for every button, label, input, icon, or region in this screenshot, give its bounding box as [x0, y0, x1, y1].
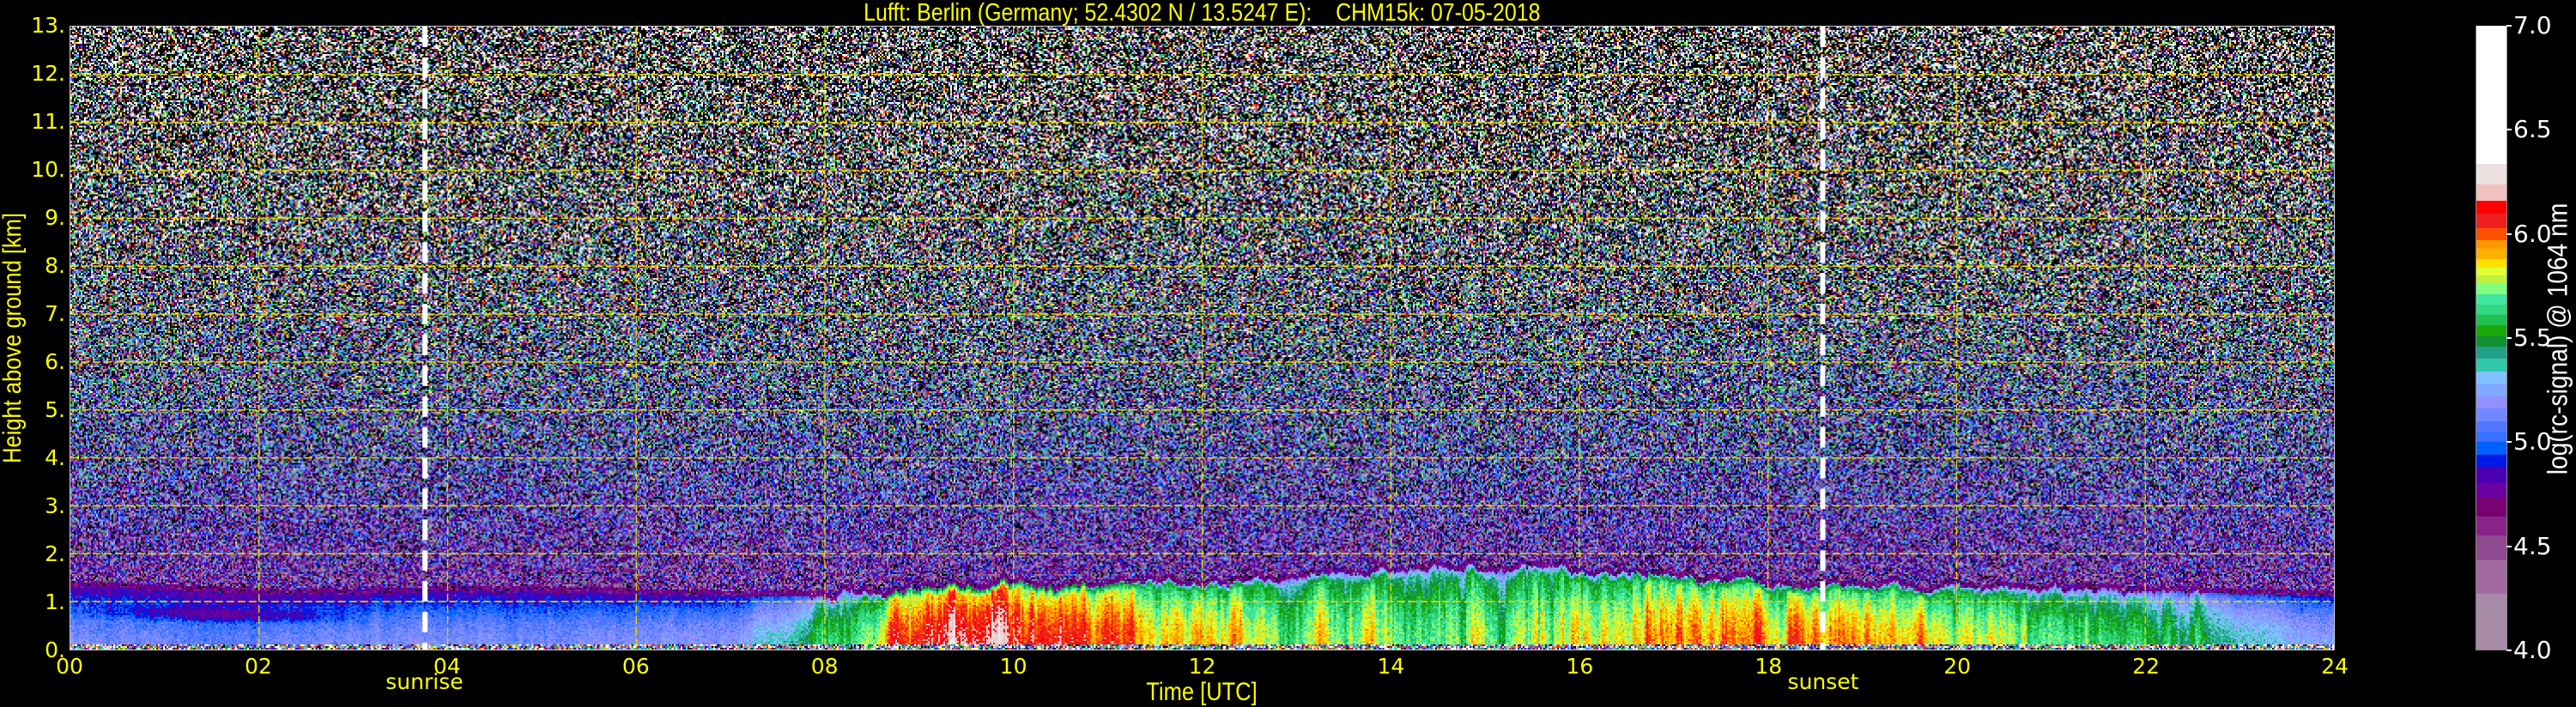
sunset-label: sunset: [1787, 669, 1859, 694]
colorbar-band: [2476, 199, 2506, 214]
colorbar-band: [2476, 266, 2506, 276]
colorbar-tick-mark: [2506, 337, 2512, 339]
x-tick-label: 10: [999, 654, 1027, 679]
y-tick-label: 1.: [45, 589, 65, 614]
colorbar-tick-mark: [2506, 129, 2512, 131]
colorbar-tick-label: 6.5: [2513, 115, 2552, 144]
colorbar-band: [2476, 25, 2506, 164]
x-tick-label: 18: [1755, 654, 1783, 679]
colorbar-band: [2476, 293, 2506, 305]
colorbar-band: [2476, 303, 2506, 316]
colorbar-label: log(rc-signal) @ 1064 nm: [2542, 202, 2573, 475]
colorbar-tick-mark: [2506, 545, 2512, 547]
colorbar-tick-label: 4.5: [2513, 531, 2552, 560]
chart-title-text: Lufft: Berlin (Germany; 52.4302 N / 13.5…: [863, 0, 1541, 27]
colorbar-band: [2476, 534, 2506, 560]
colorbar-band: [2476, 212, 2506, 228]
x-tick-label: 00: [56, 654, 83, 679]
colorbar-tick-mark: [2506, 441, 2512, 444]
y-tick-label: 13.: [31, 13, 65, 38]
colorbar-band: [2476, 183, 2506, 202]
colorbar-band: [2476, 382, 2506, 396]
colorbar-band: [2476, 481, 2506, 499]
y-tick-label: 10.: [31, 157, 65, 182]
y-tick-label: 3.: [45, 493, 65, 518]
colorbar-band: [2476, 162, 2506, 184]
colorbar-band: [2476, 247, 2506, 260]
colorbar-band: [2476, 496, 2506, 517]
x-tick-label: 20: [1943, 654, 1972, 679]
colorbar-band: [2476, 257, 2506, 268]
colorbar-band: [2476, 324, 2506, 336]
x-tick-label: 08: [810, 654, 839, 679]
colorbar-band: [2476, 465, 2506, 484]
y-tick-label: 2.: [45, 541, 65, 566]
colorbar-band: [2476, 407, 2506, 421]
colorbar-tick-label: 4.0: [2513, 636, 2552, 664]
y-tick-label: 12.: [31, 61, 65, 86]
colorbar-band: [2476, 345, 2506, 360]
colorbar-tick-mark: [2506, 650, 2512, 651]
colorbar-band: [2476, 282, 2506, 295]
x-tick-label: 12: [1188, 654, 1216, 679]
colorbar-band: [2476, 453, 2506, 468]
colorbar-tick-mark: [2506, 233, 2512, 235]
x-tick-label: 02: [245, 654, 272, 679]
colorbar-band: [2476, 430, 2506, 442]
colorbar-band: [2476, 227, 2506, 241]
chart-title: Lufft: Berlin (Germany; 52.4302 N / 13.5…: [0, 0, 2403, 26]
colorbar-tick-label: 7.0: [2513, 11, 2552, 39]
colorbar-band: [2476, 274, 2506, 285]
colorbar-band: [2476, 440, 2506, 455]
colorbar-band: [2476, 313, 2506, 326]
colorbar-band: [2476, 370, 2506, 384]
grid-overlay: [70, 27, 2334, 650]
x-tick-label: 22: [2132, 654, 2160, 679]
colorbar-band: [2476, 559, 2506, 594]
x-tick-label: 14: [1377, 654, 1405, 679]
x-axis-label: Time [UTC]: [1146, 678, 1258, 706]
colorbar-band: [2476, 592, 2506, 650]
x-tick-label: 06: [621, 654, 650, 679]
colorbar-band: [2476, 515, 2506, 535]
colorbar-band: [2476, 395, 2506, 409]
x-tick-label: 24: [2321, 654, 2349, 679]
plot-area: [70, 26, 2335, 650]
y-axis-label: Height above ground [km]: [0, 212, 27, 464]
colorbar-band: [2476, 335, 2506, 347]
y-tick-label: 11.: [31, 109, 65, 134]
colorbar-band: [2476, 357, 2506, 372]
colorbar-band: [2476, 239, 2506, 249]
x-tick-label: 16: [1566, 654, 1594, 679]
sunrise-label: sunrise: [385, 669, 464, 694]
colorbar-tick-mark: [2506, 25, 2512, 27]
colorbar-band: [2476, 420, 2506, 432]
colorbar: [2476, 25, 2507, 650]
